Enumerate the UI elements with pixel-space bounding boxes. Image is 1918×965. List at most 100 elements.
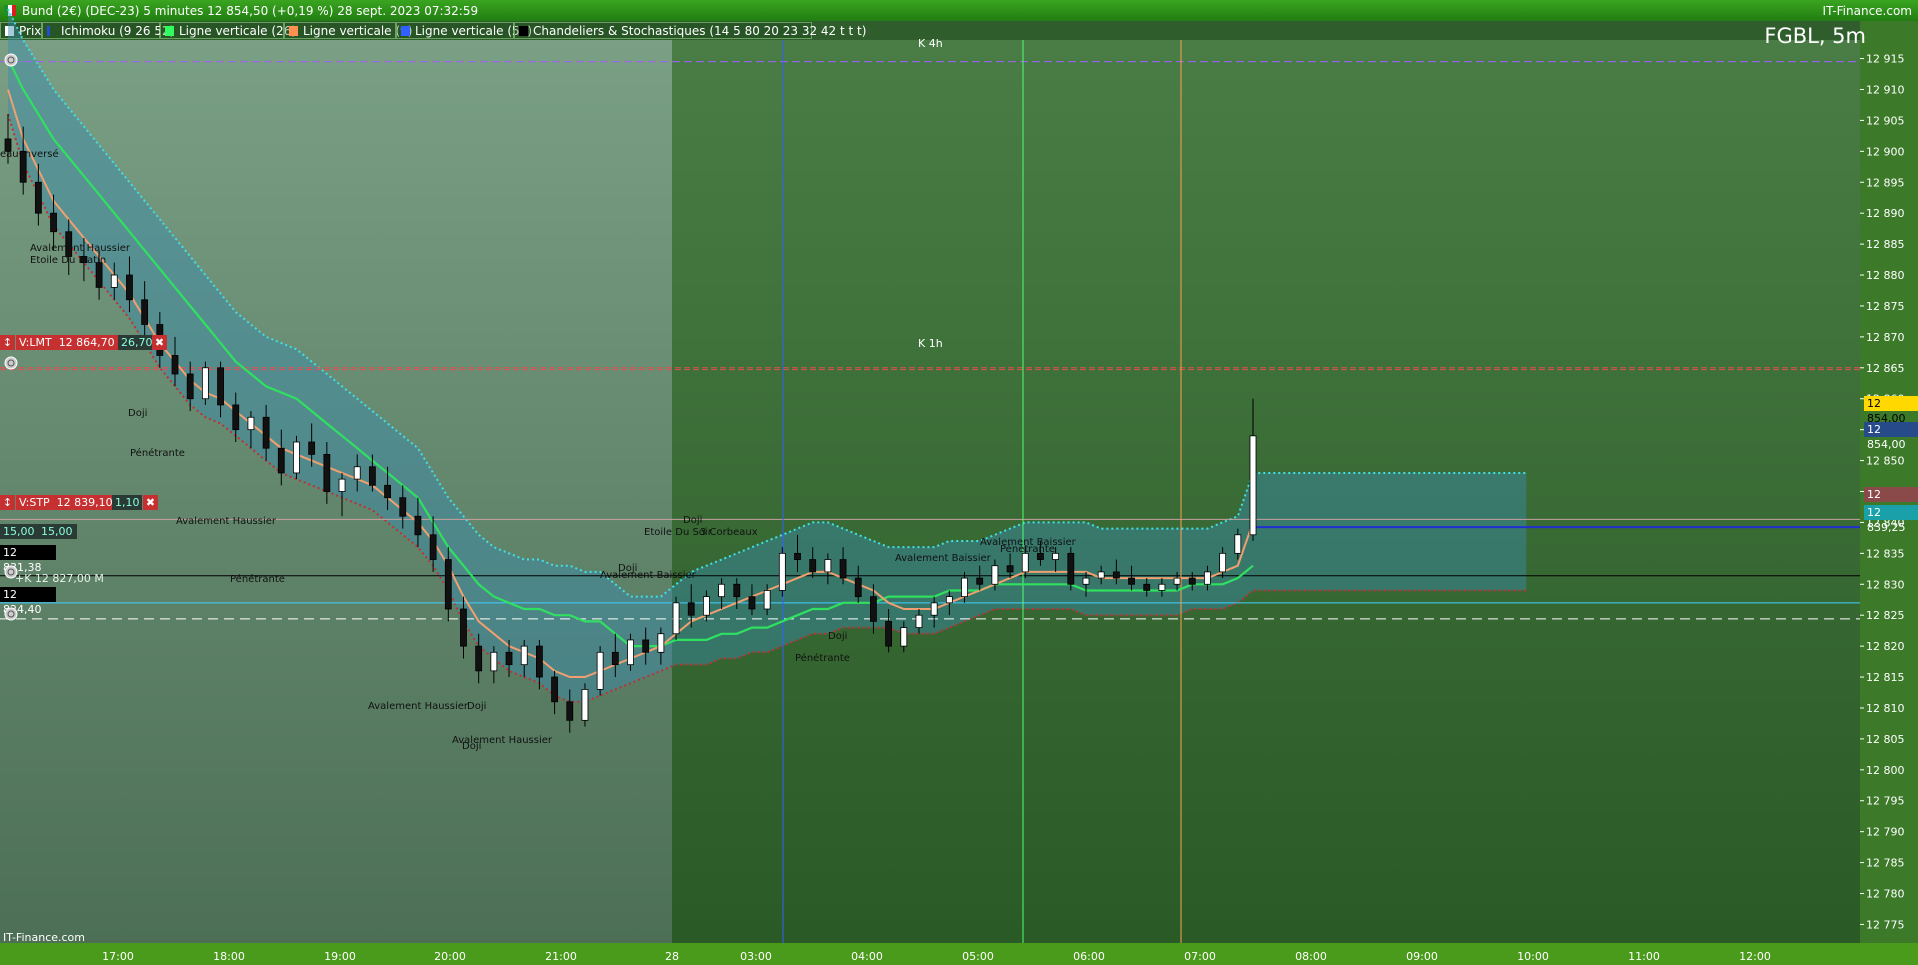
candle-body <box>293 441 300 474</box>
candle-body <box>596 651 604 690</box>
pattern-label: Doji <box>467 701 487 712</box>
y-tick-label: 12 825 <box>1866 609 1905 622</box>
x-tick-label: 08:00 <box>1295 950 1327 963</box>
last-price-tag: 12 854,00 <box>1864 396 1918 425</box>
pattern-label: Doji <box>462 741 482 752</box>
position-qty[interactable]: 15,00 <box>0 524 39 539</box>
y-tick-label: 12 850 <box>1866 455 1905 468</box>
pattern-label: Pénétrante <box>1000 544 1055 555</box>
candle-body <box>1097 571 1105 579</box>
pattern-label: Avalement Baissier <box>895 553 991 564</box>
candle-body <box>885 620 893 647</box>
pattern-label: Avalement Haussier <box>368 701 469 712</box>
candle-body <box>611 651 619 666</box>
candle-body <box>991 565 999 585</box>
candle-body <box>201 367 209 400</box>
alarm-icon[interactable] <box>4 53 18 67</box>
alarm-icon[interactable] <box>4 356 18 370</box>
candle-body <box>854 577 862 598</box>
stp-qty[interactable]: 1,10 <box>112 495 142 510</box>
x-tick-label: 04:00 <box>851 950 883 963</box>
candle-body <box>110 274 118 288</box>
candle-body <box>566 701 574 721</box>
x-tick-label: 28 <box>665 950 679 963</box>
candle-body <box>444 559 452 610</box>
candle-body <box>384 484 391 499</box>
candle-body <box>794 552 801 560</box>
candle-body <box>778 552 786 591</box>
candle-body <box>232 404 240 431</box>
candle-body <box>186 373 194 400</box>
candle-body <box>34 181 42 214</box>
pattern-label: Pénétrante <box>130 448 185 459</box>
y-tick-label: 12 775 <box>1866 918 1905 931</box>
watermark: IT-Finance.com <box>3 931 85 944</box>
candle-body <box>900 627 908 647</box>
lmt-order-tag[interactable]: V:LMT 12 864,70 <box>16 335 120 350</box>
candle-body <box>262 416 270 449</box>
candle-body <box>50 212 57 233</box>
k4h-label: K 4h <box>918 37 943 50</box>
candle-body <box>490 651 498 672</box>
candle-body <box>475 645 483 672</box>
candle-body <box>95 262 103 288</box>
pattern-label: eau Inversé <box>0 149 59 160</box>
candle-body <box>1234 534 1242 554</box>
x-tick-label: 03:00 <box>740 950 772 963</box>
price-chart[interactable]: 12 775 12 780 12 785 12 790 12 795 12 800 12 8… <box>0 0 1918 965</box>
y-tick-label: 12 835 <box>1866 547 1905 560</box>
x-tick-label: 20:00 <box>434 950 466 963</box>
position-qty-2[interactable]: 15,00 <box>38 524 77 539</box>
y-tick-label: 12 880 <box>1866 269 1905 282</box>
candle-body <box>1188 577 1196 585</box>
candle-body <box>247 416 255 431</box>
cyan-price-tag: 12 839,25 <box>1864 505 1918 534</box>
alarm-icon[interactable] <box>4 565 18 579</box>
drag-handle-icon[interactable]: ↕ <box>0 495 15 510</box>
candle-body <box>703 596 710 616</box>
candle-body <box>353 466 361 480</box>
candle-body <box>945 596 953 604</box>
y-tick-label: 12 805 <box>1866 733 1905 746</box>
candle-body <box>126 274 133 301</box>
candle-body <box>809 559 817 573</box>
pattern-label: Avalement Haussier <box>176 516 277 527</box>
candle-body <box>520 645 528 666</box>
y-tick-label: 12 890 <box>1866 207 1905 220</box>
candle-body <box>657 633 665 653</box>
candle-body <box>338 478 346 492</box>
y-tick-label: 12 780 <box>1866 888 1905 901</box>
cancel-stp-close-icon[interactable]: ✖ <box>143 495 158 510</box>
pattern-label: Etoile Du Matin <box>30 255 107 266</box>
candle-body <box>429 534 437 560</box>
y-tick-label: 12 875 <box>1866 300 1905 313</box>
candle-body <box>460 608 467 647</box>
x-tick-label: 09:00 <box>1406 950 1438 963</box>
candle-body <box>368 466 376 486</box>
candle-body <box>414 515 422 536</box>
blue-price-tag: 12 854,00 <box>1864 422 1918 451</box>
candle-body <box>1249 435 1257 536</box>
candle-body <box>627 639 634 666</box>
line-a-label: +K 12 827,00 M <box>15 572 104 585</box>
y-tick-label: 12 800 <box>1866 764 1905 777</box>
candle-body <box>961 577 968 598</box>
cancel-lmt-close-icon[interactable]: ✖ <box>152 335 167 350</box>
stp-order-tag[interactable]: V:STP 12 839,10 <box>16 495 116 510</box>
y-tick-label: 12 910 <box>1866 83 1905 96</box>
drag-handle-icon[interactable]: ↕ <box>0 335 15 350</box>
y-tick-label: 12 790 <box>1866 826 1905 839</box>
candle-body <box>1158 583 1166 591</box>
y-tick-label: 12 830 <box>1866 578 1905 591</box>
candle-body <box>1006 565 1014 573</box>
pattern-label: Doji <box>128 408 148 419</box>
x-tick-label: 07:00 <box>1184 950 1216 963</box>
candle-body <box>1082 577 1090 585</box>
lmt-qty[interactable]: 26,70 <box>118 335 154 350</box>
alarm-icon[interactable] <box>4 607 18 621</box>
y-tick-label: 12 815 <box>1866 671 1905 684</box>
price-tag-b: 12 824,40 <box>0 587 56 616</box>
pattern-label: Avalement Haussier <box>30 243 131 254</box>
y-tick-label: 12 820 <box>1866 640 1905 653</box>
x-tick-label: 10:00 <box>1517 950 1549 963</box>
